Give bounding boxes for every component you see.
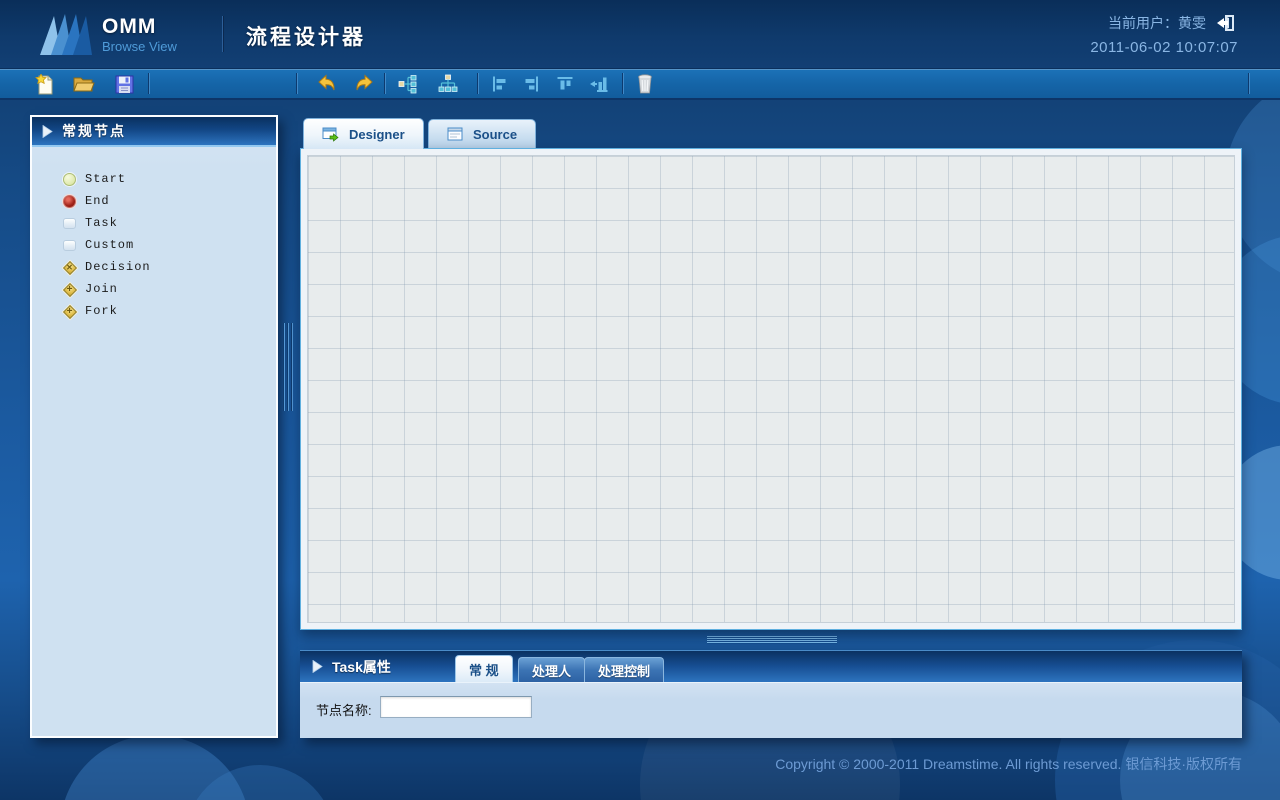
toolbar-separator bbox=[148, 73, 150, 94]
layout-horizontal-tree-icon bbox=[398, 74, 418, 94]
save-button[interactable] bbox=[110, 71, 138, 97]
palette-title: 常规节点 bbox=[62, 121, 126, 141]
tab-handling-control[interactable]: 处理控制 bbox=[584, 657, 664, 682]
collapse-arrow-icon bbox=[42, 125, 53, 138]
align-top-button[interactable] bbox=[551, 71, 579, 97]
tab-label: 常 规 bbox=[469, 660, 499, 679]
logo-subtext: Browse View bbox=[102, 40, 177, 53]
delete-button[interactable] bbox=[631, 71, 659, 97]
new-file-icon bbox=[35, 74, 54, 95]
node-label: Start bbox=[85, 172, 126, 186]
join-diamond-icon bbox=[63, 283, 76, 296]
node-label: Task bbox=[85, 216, 118, 230]
palette-item-end[interactable]: End bbox=[32, 190, 276, 212]
align-left-button[interactable] bbox=[486, 71, 514, 97]
undo-arrow-icon bbox=[316, 74, 337, 94]
designer-window-icon bbox=[322, 127, 339, 142]
node-label: End bbox=[85, 194, 110, 208]
collapse-arrow-icon bbox=[312, 660, 323, 673]
canvas-frame bbox=[300, 148, 1242, 630]
header-divider bbox=[222, 16, 223, 52]
copyright-text: Copyright © 2000-2011 Dreamstime. All ri… bbox=[775, 754, 1242, 774]
palette-item-task[interactable]: Task bbox=[32, 212, 276, 234]
align-bottom-icon bbox=[589, 75, 608, 93]
horizontal-splitter[interactable] bbox=[707, 636, 837, 644]
end-circle-icon bbox=[63, 195, 76, 208]
custom-rect-icon bbox=[63, 240, 76, 251]
properties-header: Task属性 常 规 处理人 处理控制 bbox=[300, 650, 1242, 682]
fork-diamond-icon bbox=[63, 305, 76, 318]
tab-label: Source bbox=[473, 127, 517, 142]
redo-button[interactable] bbox=[350, 71, 378, 97]
align-bottom-button[interactable] bbox=[584, 71, 612, 97]
align-left-icon bbox=[491, 75, 509, 93]
layout-vertical-button[interactable] bbox=[434, 71, 462, 97]
tab-label: 处理控制 bbox=[598, 661, 650, 680]
toolbar-separator bbox=[296, 73, 298, 94]
undo-button[interactable] bbox=[312, 71, 340, 97]
node-label: Custom bbox=[85, 238, 134, 252]
node-name-input[interactable] bbox=[380, 696, 532, 718]
palette-item-start[interactable]: Start bbox=[32, 168, 276, 190]
align-right-icon bbox=[522, 75, 540, 93]
vertical-splitter[interactable] bbox=[283, 323, 295, 411]
palette-item-fork[interactable]: Fork bbox=[32, 300, 276, 322]
toolbar-separator bbox=[384, 73, 386, 94]
properties-title: Task属性 bbox=[332, 657, 391, 677]
node-label: Fork bbox=[85, 304, 118, 318]
toolbar-separator bbox=[1248, 73, 1250, 94]
node-name-label: 节点名称: bbox=[316, 700, 372, 719]
tab-source[interactable]: Source bbox=[428, 119, 536, 148]
open-folder-icon bbox=[73, 75, 95, 93]
tab-label: 处理人 bbox=[532, 661, 571, 680]
palette-item-custom[interactable]: Custom bbox=[32, 234, 276, 256]
properties-panel: Task属性 常 规 处理人 处理控制 节点名称: bbox=[300, 650, 1242, 738]
design-canvas[interactable] bbox=[307, 155, 1235, 623]
open-file-button[interactable] bbox=[70, 71, 98, 97]
align-top-icon bbox=[556, 75, 574, 93]
node-palette-header[interactable]: 常规节点 bbox=[32, 117, 276, 147]
tab-general[interactable]: 常 规 bbox=[455, 655, 513, 682]
layout-vertical-tree-icon bbox=[438, 74, 458, 94]
toolbar-separator bbox=[477, 73, 479, 94]
logo-triangles-icon bbox=[40, 13, 94, 55]
user-info: 当前用户：黄雯 2011-06-02 10:07:07 bbox=[1090, 13, 1238, 56]
decorative-circle bbox=[185, 765, 335, 800]
layout-horizontal-button[interactable] bbox=[394, 71, 422, 97]
tab-label: Designer bbox=[349, 127, 405, 142]
decorative-circle bbox=[60, 735, 250, 800]
align-right-button[interactable] bbox=[517, 71, 545, 97]
toolbar-separator bbox=[622, 73, 624, 94]
current-datetime: 2011-06-02 10:07:07 bbox=[1090, 39, 1238, 56]
decision-diamond-icon bbox=[63, 261, 76, 274]
page-title: 流程设计器 bbox=[246, 21, 366, 51]
tab-handler[interactable]: 处理人 bbox=[518, 657, 585, 682]
save-floppy-icon bbox=[115, 75, 134, 94]
app-logo: OMM Browse View bbox=[40, 13, 177, 55]
node-label: Decision bbox=[85, 260, 151, 274]
logout-icon[interactable] bbox=[1216, 14, 1238, 32]
properties-body: 节点名称: bbox=[300, 682, 1242, 738]
tab-designer[interactable]: Designer bbox=[303, 118, 424, 149]
current-user-label: 当前用户：黄雯 bbox=[1108, 13, 1206, 33]
toolbar bbox=[0, 68, 1280, 100]
redo-arrow-icon bbox=[354, 74, 375, 94]
node-label: Join bbox=[85, 282, 118, 296]
app-header: OMM Browse View 流程设计器 当前用户：黄雯 2011-06-02… bbox=[0, 0, 1280, 68]
start-circle-icon bbox=[63, 173, 76, 186]
new-file-button[interactable] bbox=[30, 71, 58, 97]
task-rect-icon bbox=[63, 218, 76, 229]
logo-text: OMM bbox=[102, 16, 177, 37]
node-palette-panel: 常规节点 Start End Task Custom Decision Join bbox=[30, 115, 278, 738]
palette-item-join[interactable]: Join bbox=[32, 278, 276, 300]
trash-icon bbox=[637, 74, 653, 94]
palette-item-decision[interactable]: Decision bbox=[32, 256, 276, 278]
node-list: Start End Task Custom Decision Join Fork bbox=[32, 147, 276, 322]
source-window-icon bbox=[447, 127, 463, 141]
